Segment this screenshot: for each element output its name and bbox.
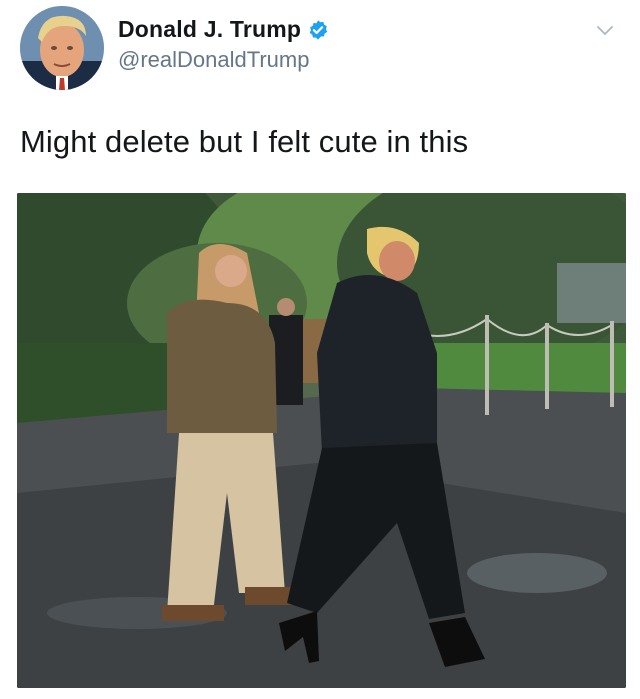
avatar-photo	[20, 6, 104, 90]
chevron-down-icon[interactable]	[596, 22, 614, 40]
tweet-card[interactable]: Donald J. Trump @realDonaldTrump Might d…	[0, 0, 640, 699]
user-handle[interactable]: @realDonaldTrump	[118, 47, 329, 73]
tweet-text: Might delete but I felt cute in this	[20, 124, 469, 159]
tweet-header: Donald J. Trump @realDonaldTrump	[20, 6, 620, 92]
display-name[interactable]: Donald J. Trump	[118, 16, 301, 43]
avatar[interactable]	[20, 6, 104, 90]
tweet-photo[interactable]	[17, 193, 626, 688]
photo-image	[17, 193, 626, 688]
verified-badge-icon	[309, 19, 328, 40]
user-names: Donald J. Trump @realDonaldTrump	[118, 16, 329, 73]
